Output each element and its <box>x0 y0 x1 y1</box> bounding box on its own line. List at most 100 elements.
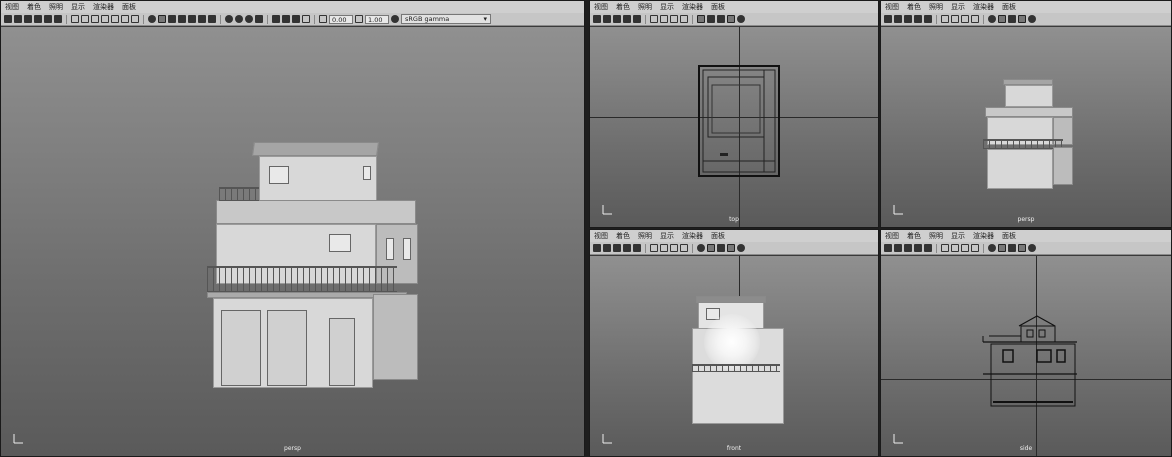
menu-view[interactable]: 视图 <box>885 231 899 241</box>
film-gate-icon[interactable] <box>660 244 668 252</box>
gamma-icon[interactable] <box>355 15 363 23</box>
xray-joints-icon[interactable] <box>292 15 300 23</box>
film-gate-icon[interactable] <box>81 15 89 23</box>
menu-view[interactable]: 视图 <box>5 2 19 12</box>
wireframe-on-shaded-icon[interactable] <box>178 15 186 23</box>
viewport-canvas[interactable]: persp <box>881 27 1171 227</box>
light-icon[interactable] <box>737 244 745 252</box>
menu-view[interactable]: 视图 <box>885 2 899 12</box>
xray-icon[interactable] <box>282 15 290 23</box>
resolution-gate-icon[interactable] <box>670 15 678 23</box>
texture-icon[interactable] <box>717 15 725 23</box>
field-chart-icon[interactable] <box>111 15 119 23</box>
menu-show[interactable]: 显示 <box>951 231 965 241</box>
viewport-canvas[interactable]: side <box>881 256 1171 456</box>
safe-title-icon[interactable] <box>131 15 139 23</box>
texture-icon[interactable] <box>717 244 725 252</box>
menu-shading[interactable]: 着色 <box>616 231 630 241</box>
viewport-panel-persp2[interactable]: 视图 着色 照明 显示 渲染器 面板 persp <box>880 0 1172 228</box>
film-gate-icon[interactable] <box>951 15 959 23</box>
light-icon[interactable] <box>1028 244 1036 252</box>
wireframe-icon[interactable] <box>697 15 705 23</box>
isolate-select-icon[interactable] <box>272 15 280 23</box>
viewport-panel-main[interactable]: 视图 着色 照明 显示 渲染器 面板 0.00 1.00 sRGB gamma … <box>0 0 585 457</box>
texture-icon[interactable] <box>1008 244 1016 252</box>
grease-pencil-icon[interactable] <box>924 244 932 252</box>
camera-attr-icon[interactable] <box>14 15 22 23</box>
safe-title-icon[interactable] <box>680 244 688 252</box>
wireframe-icon[interactable] <box>988 15 996 23</box>
menu-panels[interactable]: 面板 <box>1002 2 1016 12</box>
menu-show[interactable]: 显示 <box>660 2 674 12</box>
gate-mask-icon[interactable] <box>101 15 109 23</box>
smooth-shade-icon[interactable] <box>707 244 715 252</box>
depth-of-field-icon[interactable] <box>255 15 263 23</box>
resolution-gate-icon[interactable] <box>91 15 99 23</box>
camera-icon[interactable] <box>4 15 12 23</box>
color-space-dropdown[interactable]: sRGB gamma <box>401 14 491 24</box>
light-icon[interactable] <box>198 15 206 23</box>
default-material-icon[interactable] <box>168 15 176 23</box>
resolution-gate-icon[interactable] <box>670 244 678 252</box>
menu-renderer[interactable]: 渲染器 <box>93 2 114 12</box>
menu-view[interactable]: 视图 <box>594 231 608 241</box>
viewport-canvas[interactable]: top <box>590 27 878 227</box>
wireframe-icon[interactable] <box>697 244 705 252</box>
safe-title-icon[interactable] <box>971 15 979 23</box>
menu-shading[interactable]: 着色 <box>907 231 921 241</box>
film-gate-icon[interactable] <box>951 244 959 252</box>
ambient-occlusion-icon[interactable] <box>225 15 233 23</box>
image-plane-icon[interactable] <box>623 244 631 252</box>
grid-icon[interactable] <box>650 244 658 252</box>
image-plane-icon[interactable] <box>623 15 631 23</box>
menu-panels[interactable]: 面板 <box>1002 231 1016 241</box>
wireframe-icon[interactable] <box>148 15 156 23</box>
menu-shading[interactable]: 着色 <box>27 2 41 12</box>
xray-icon[interactable] <box>727 15 735 23</box>
menu-shading[interactable]: 着色 <box>907 2 921 12</box>
light-icon[interactable] <box>1028 15 1036 23</box>
menu-lighting[interactable]: 照明 <box>638 2 652 12</box>
safe-action-icon[interactable] <box>121 15 129 23</box>
shadow-icon[interactable] <box>208 15 216 23</box>
menu-renderer[interactable]: 渲染器 <box>973 231 994 241</box>
grease-pencil-icon[interactable] <box>633 244 641 252</box>
camera-icon[interactable] <box>884 244 892 252</box>
viewport-panel-side[interactable]: 视图 着色 照明 显示 渲染器 面板 side <box>880 229 1172 457</box>
anti-alias-icon[interactable] <box>245 15 253 23</box>
menu-panels[interactable]: 面板 <box>711 2 725 12</box>
safe-title-icon[interactable] <box>971 244 979 252</box>
menu-renderer[interactable]: 渲染器 <box>682 2 703 12</box>
grid-icon[interactable] <box>941 15 949 23</box>
motion-blur-icon[interactable] <box>235 15 243 23</box>
menu-panels[interactable]: 面板 <box>122 2 136 12</box>
exposure-input[interactable]: 0.00 <box>329 14 353 24</box>
smooth-shade-icon[interactable] <box>158 15 166 23</box>
menu-renderer[interactable]: 渲染器 <box>973 2 994 12</box>
menu-lighting[interactable]: 照明 <box>638 231 652 241</box>
menu-lighting[interactable]: 照明 <box>49 2 63 12</box>
menu-show[interactable]: 显示 <box>660 231 674 241</box>
menu-show[interactable]: 显示 <box>71 2 85 12</box>
bookmark-icon[interactable] <box>613 15 621 23</box>
camera-icon[interactable] <box>593 15 601 23</box>
xray-icon[interactable] <box>1018 244 1026 252</box>
texture-icon[interactable] <box>188 15 196 23</box>
viewport-canvas[interactable]: front <box>590 256 878 456</box>
grid-icon[interactable] <box>650 15 658 23</box>
xray-icon[interactable] <box>727 244 735 252</box>
menu-view[interactable]: 视图 <box>594 2 608 12</box>
image-plane-icon[interactable] <box>914 15 922 23</box>
camera-attr-icon[interactable] <box>603 15 611 23</box>
menu-shading[interactable]: 着色 <box>616 2 630 12</box>
camera-icon[interactable] <box>593 244 601 252</box>
texture-icon[interactable] <box>1008 15 1016 23</box>
bookmark-icon[interactable] <box>904 244 912 252</box>
camera-attr-icon[interactable] <box>894 244 902 252</box>
viewport-panel-front[interactable]: 视图 着色 照明 显示 渲染器 面板 front <box>589 229 879 457</box>
bookmark-icon[interactable] <box>613 244 621 252</box>
film-gate-icon[interactable] <box>660 15 668 23</box>
resolution-gate-icon[interactable] <box>961 15 969 23</box>
menu-renderer[interactable]: 渲染器 <box>682 231 703 241</box>
viewport-panel-top[interactable]: 视图 着色 照明 显示 渲染器 面板 top <box>589 0 879 228</box>
